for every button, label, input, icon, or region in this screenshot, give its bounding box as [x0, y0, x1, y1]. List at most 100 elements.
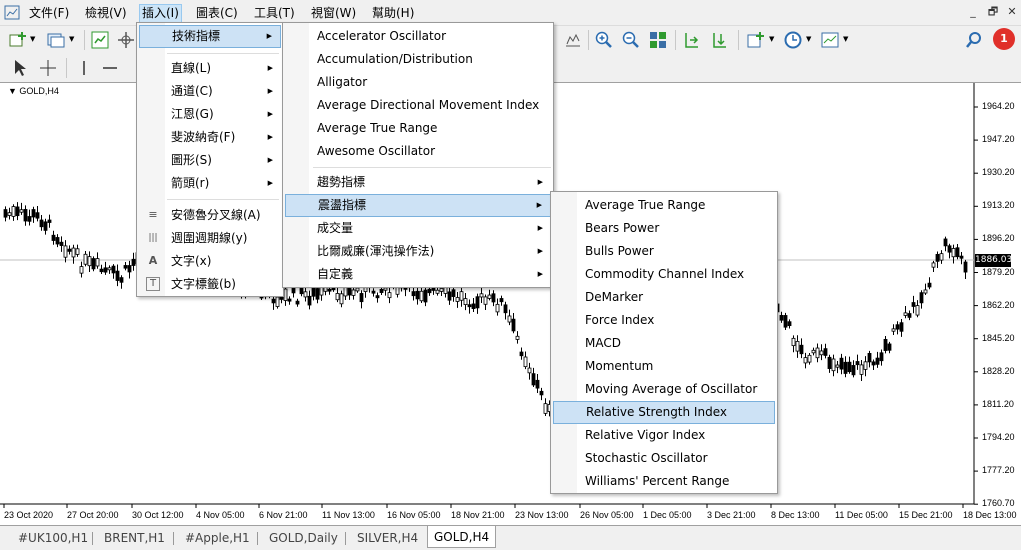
y-axis-tick-label: 1811.20 — [982, 398, 1014, 409]
x-axis-tick-label: 16 Nov 05:00 — [387, 510, 441, 520]
market-watch-icon[interactable] — [90, 30, 110, 50]
new-chart-icon[interactable] — [8, 30, 28, 50]
x-axis-tick-label: 30 Oct 12:00 — [132, 510, 184, 520]
tab-silver-h4[interactable]: SILVER,H4 — [357, 529, 418, 548]
osc-force-index[interactable]: Force Index — [553, 309, 775, 332]
y-axis-tick-label: 1947.20 — [982, 134, 1015, 145]
templates-icon[interactable] — [820, 30, 840, 50]
group-custom[interactable]: 自定義 ▶ — [285, 263, 551, 286]
osc-relative-vigor-index[interactable]: Relative Vigor Index — [553, 424, 775, 447]
x-axis-tick-label: 27 Oct 20:00 — [67, 510, 119, 520]
insert-channels[interactable]: 通道(C) ▶ — [139, 80, 281, 103]
y-axis-tick-label: 1828.20 — [982, 365, 1015, 376]
indicator-admi[interactable]: Average Directional Movement Index — [285, 94, 551, 117]
y-axis-tick-label: 1913.20 — [982, 200, 1015, 211]
x-axis-tick-label: 11 Dec 05:00 — [835, 510, 888, 520]
y-axis-tick-label: 1845.20 — [982, 332, 1015, 343]
group-volumes[interactable]: 成交量 ▶ — [285, 217, 551, 240]
profiles-icon[interactable] — [46, 30, 66, 50]
crosshair-icon[interactable] — [38, 58, 58, 78]
x-axis-tick-label: 8 Dec 13:00 — [771, 510, 820, 520]
restore-button[interactable]: 🗗 — [986, 5, 1000, 19]
x-axis-tick-label: 26 Nov 05:00 — [580, 510, 634, 520]
indicator-accelerator-oscillator[interactable]: Accelerator Oscillator — [285, 25, 551, 48]
zoom-in-icon[interactable] — [594, 30, 614, 50]
insert-text-label[interactable]: T 文字標籤(b) — [139, 273, 281, 296]
indicator-awesome-oscillator[interactable]: Awesome Oscillator — [285, 140, 551, 163]
crosshair-move-icon[interactable] — [116, 30, 136, 50]
x-axis-tick-label: 4 Nov 05:00 — [196, 510, 245, 520]
cursor-arrow-icon[interactable] — [10, 58, 30, 78]
zoom-out-icon[interactable] — [621, 30, 641, 50]
x-axis-tick-label: 1 Dec 05:00 — [643, 510, 692, 520]
osc-macd[interactable]: MACD — [553, 332, 775, 355]
osc-commodity-channel-index[interactable]: Commodity Channel Index — [553, 263, 775, 286]
tab-gold-h4[interactable]: GOLD,H4 — [427, 526, 497, 548]
cycle-lines-icon: ||| — [148, 233, 158, 243]
insert-gann[interactable]: 江恩(G) ▶ — [139, 103, 281, 126]
auto-scroll-icon[interactable] — [682, 30, 702, 50]
tile-windows-icon[interactable] — [648, 30, 668, 50]
x-axis-tick-label: 18 Nov 21:00 — [451, 510, 505, 520]
osc-demarker[interactable]: DeMarker — [553, 286, 775, 309]
insert-fibonacci[interactable]: 斐波納奇(F) ▶ — [139, 126, 281, 149]
osc-stochastic-oscillator[interactable]: Stochastic Oscillator — [553, 447, 775, 470]
osc-average-true-range[interactable]: Average True Range — [553, 194, 775, 217]
osc-bears-power[interactable]: Bears Power — [553, 217, 775, 240]
menu-insert[interactable]: 插入(I) — [139, 4, 182, 23]
close-button[interactable]: ✕ — [1005, 5, 1019, 19]
group-trend[interactable]: 趨勢指標 ▶ — [285, 171, 551, 194]
menu-tools[interactable]: 工具(T) — [252, 4, 297, 23]
insert-cycle-lines[interactable]: ||| 週圍週期線(y) — [139, 227, 281, 250]
tab-gold-daily[interactable]: GOLD,Daily — [269, 529, 338, 548]
text-icon: A — [148, 254, 158, 267]
insert-text[interactable]: A 文字(x) — [139, 250, 281, 273]
tab-uk100-h1[interactable]: #UK100,H1 — [18, 529, 88, 548]
osc-momentum[interactable]: Momentum — [553, 355, 775, 378]
menu-help[interactable]: 幫助(H) — [370, 4, 416, 23]
osc-moving-average-of-oscillator[interactable]: Moving Average of Oscillator — [553, 378, 775, 401]
minimize-button[interactable]: _ — [966, 5, 980, 19]
indicator-alligator[interactable]: Alligator — [285, 71, 551, 94]
osc-relative-strength-index[interactable]: Relative Strength Index — [553, 401, 775, 424]
insert-andrews-pitchfork[interactable]: ≡ 安德魯分叉線(A) — [139, 204, 281, 227]
menu-charts[interactable]: 圖表(C) — [194, 4, 240, 23]
y-axis-tick-label: 1930.20 — [982, 167, 1015, 178]
y-axis-tick-label: 1879.20 — [982, 266, 1015, 277]
pitchfork-icon: ≡ — [148, 208, 158, 221]
menu-view[interactable]: 檢視(V) — [83, 4, 129, 23]
group-oscillators[interactable]: 震盪指標 ▶ — [285, 194, 551, 217]
search-icon[interactable] — [964, 30, 984, 50]
oscillators-menu: Average True Range Bears Power Bulls Pow… — [550, 191, 778, 494]
chart-shift-icon[interactable] — [710, 30, 730, 50]
menu-window[interactable]: 視窗(W) — [309, 4, 358, 23]
osc-williams-percent-range[interactable]: Williams' Percent Range — [553, 470, 775, 493]
insert-arrows[interactable]: 箭頭(r) ▶ — [139, 172, 281, 195]
osc-bulls-power[interactable]: Bulls Power — [553, 240, 775, 263]
chart-line-icon[interactable] — [563, 30, 583, 50]
group-bill-williams[interactable]: 比爾威廉(渾沌操作法) ▶ — [285, 240, 551, 263]
chart-tabs: #UK100,H1 BRENT,H1 #Apple,H1 GOLD,Daily … — [0, 525, 1021, 550]
tab-brent-h1[interactable]: BRENT,H1 — [104, 529, 165, 548]
horizontal-line-icon[interactable] — [100, 58, 120, 78]
indicators-menu: Accelerator Oscillator Accumulation/Dist… — [282, 22, 554, 288]
y-axis-tick-label: 1862.20 — [982, 299, 1015, 310]
x-axis-tick-label: 15 Dec 21:00 — [899, 510, 953, 520]
terminal-window: 文件(F) 檢視(V) 插入(I) 圖表(C) 工具(T) 視窗(W) 幫助(H… — [0, 0, 1021, 550]
tab-apple-h1[interactable]: #Apple,H1 — [185, 529, 250, 548]
insert-lines[interactable]: 直線(L) ▶ — [139, 57, 281, 80]
menu-file[interactable]: 文件(F) — [27, 4, 71, 23]
periods-clock-icon[interactable] — [783, 30, 803, 50]
notification-badge[interactable]: 1 — [993, 28, 1015, 50]
x-axis-tick-label: 23 Oct 2020 — [4, 510, 54, 520]
insert-shapes[interactable]: 圖形(S) ▶ — [139, 149, 281, 172]
indicator-average-true-range[interactable]: Average True Range — [285, 117, 551, 140]
indicator-accumulation-distribution[interactable]: Accumulation/Distribution — [285, 48, 551, 71]
add-indicator-icon[interactable] — [746, 30, 766, 50]
text-label-icon: T — [146, 277, 160, 291]
vertical-line-icon[interactable] — [74, 58, 94, 78]
y-axis-tick-label: 1964.20 — [982, 101, 1015, 111]
x-axis-tick-label: 6 Nov 21:00 — [259, 510, 308, 520]
x-axis-tick-label: 3 Dec 21:00 — [707, 510, 756, 520]
insert-technical-indicators[interactable]: 技術指標 ▶ — [139, 25, 281, 48]
